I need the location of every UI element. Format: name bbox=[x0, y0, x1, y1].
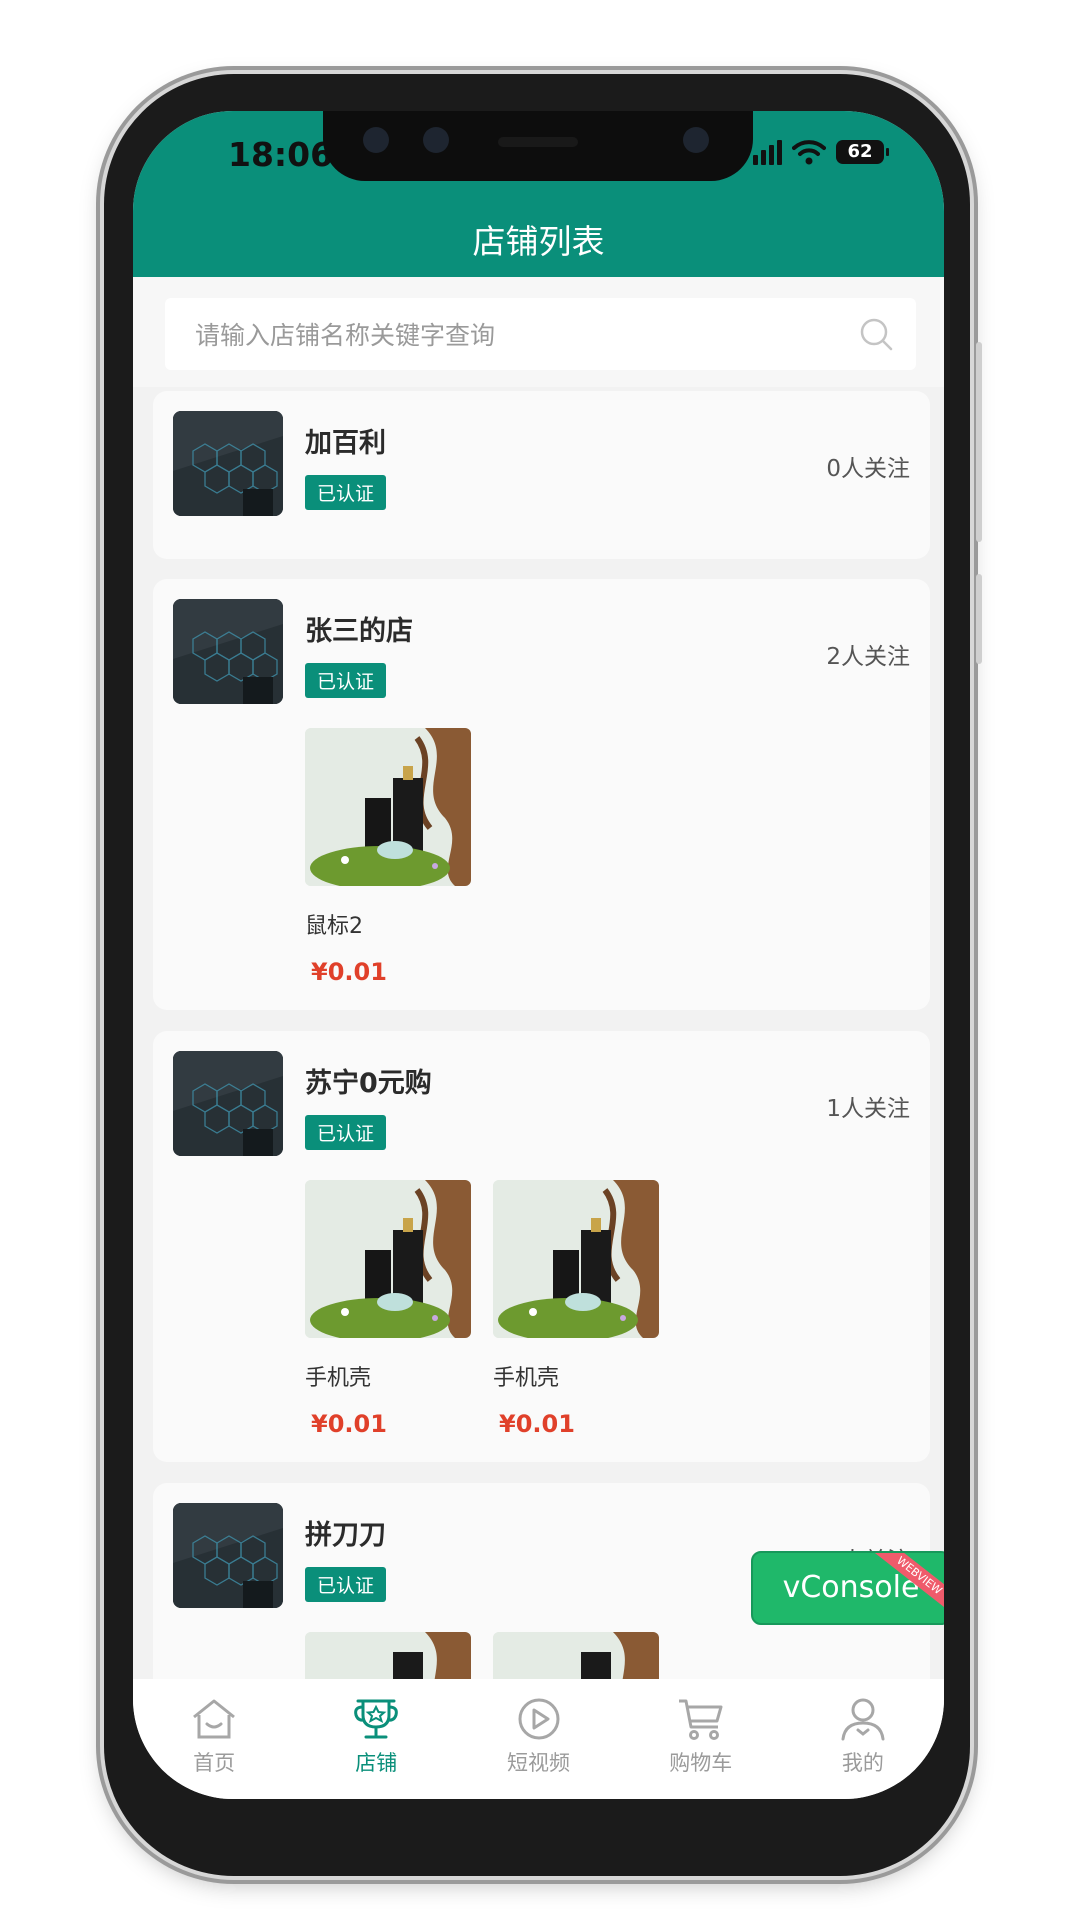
home-icon bbox=[193, 1699, 236, 1739]
shop-name: 张三的店 bbox=[305, 616, 413, 647]
signal-icon bbox=[753, 139, 782, 165]
status-icons: 62 bbox=[753, 139, 889, 165]
tab-shop[interactable]: 店铺 bbox=[295, 1679, 457, 1799]
shop-card[interactable]: 张三的店 已认证 2人关注 鼠标2 ¥0.01 bbox=[153, 579, 930, 1010]
shop-logo bbox=[173, 599, 283, 704]
shop-name: 拼刀刀 bbox=[305, 1520, 386, 1551]
camera-icon bbox=[363, 127, 389, 153]
play-icon bbox=[518, 1698, 559, 1740]
product-item[interactable]: 手机壳 ¥0.01 bbox=[305, 1180, 471, 1438]
product-item[interactable]: 鼠标2 ¥0.01 bbox=[305, 728, 471, 986]
product-price: ¥0.01 bbox=[311, 1410, 387, 1438]
bottom-tab-bar: 首页 店铺 短视频 购物车 我的 bbox=[133, 1679, 944, 1799]
phone-side-button bbox=[976, 574, 982, 664]
shop-name: 苏宁0元购 bbox=[305, 1068, 432, 1099]
vconsole-label: vConsole bbox=[782, 1570, 920, 1605]
product-image bbox=[493, 1180, 659, 1338]
sensor-icon bbox=[423, 127, 449, 153]
shop-trophy-icon bbox=[354, 1699, 399, 1739]
shop-name: 加百利 bbox=[305, 428, 386, 459]
tab-cart[interactable]: 购物车 bbox=[620, 1679, 782, 1799]
product-name: 手机壳 bbox=[305, 1366, 372, 1391]
header-bar: 18:06 62 店铺列表 bbox=[133, 111, 944, 277]
product-item[interactable]: 手机壳 ¥0.01 bbox=[493, 1180, 659, 1438]
shop-card[interactable]: 加百利 已认证 0人关注 bbox=[153, 391, 930, 559]
tab-short-video[interactable]: 短视频 bbox=[457, 1679, 619, 1799]
search-bar[interactable] bbox=[165, 298, 916, 372]
app-screen: 18:06 62 店铺列表 请输入店铺名称关键字查询 加百利 已认证 0人关注 … bbox=[133, 111, 944, 1799]
user-icon bbox=[841, 1698, 885, 1741]
follow-count: 1人关注 bbox=[826, 1096, 910, 1122]
shop-logo bbox=[173, 411, 283, 516]
battery-icon: 62 bbox=[836, 140, 889, 164]
product-price: ¥0.01 bbox=[499, 1410, 575, 1438]
tab-label: 店铺 bbox=[355, 1751, 398, 1775]
search-input[interactable] bbox=[193, 298, 837, 372]
verified-badge: 已认证 bbox=[305, 1115, 387, 1150]
tab-profile[interactable]: 我的 bbox=[782, 1679, 944, 1799]
product-price: ¥0.01 bbox=[311, 958, 387, 986]
speaker-grille bbox=[498, 137, 578, 147]
product-image bbox=[305, 1180, 471, 1338]
vconsole-button[interactable]: vConsole WEBVIEW bbox=[751, 1551, 944, 1625]
product-name: 手机壳 bbox=[493, 1366, 560, 1391]
sensor-icon bbox=[683, 127, 709, 153]
phone-side-button bbox=[976, 342, 982, 542]
search-icon[interactable] bbox=[858, 316, 894, 352]
tab-label: 短视频 bbox=[507, 1751, 570, 1775]
tab-label: 购物车 bbox=[669, 1751, 733, 1775]
product-name: 鼠标2 bbox=[305, 914, 363, 939]
follow-count: 0人关注 bbox=[826, 456, 910, 482]
shop-card[interactable]: 苏宁0元购 已认证 1人关注 手机壳 ¥0.01 手机壳 ¥0.01 bbox=[153, 1031, 930, 1462]
product-image bbox=[305, 728, 471, 886]
follow-count: 2人关注 bbox=[826, 644, 910, 670]
phone-notch bbox=[323, 111, 753, 181]
tab-home[interactable]: 首页 bbox=[133, 1679, 295, 1799]
status-time: 18:06 bbox=[228, 135, 334, 174]
shop-logo bbox=[173, 1503, 283, 1608]
verified-badge: 已认证 bbox=[305, 475, 387, 510]
wifi-icon bbox=[792, 140, 826, 165]
shop-logo bbox=[173, 1051, 283, 1156]
tab-label: 首页 bbox=[193, 1751, 236, 1775]
page-title: 店铺列表 bbox=[472, 222, 605, 261]
verified-badge: 已认证 bbox=[305, 663, 387, 698]
cart-icon bbox=[678, 1699, 723, 1740]
tab-label: 我的 bbox=[841, 1751, 884, 1775]
verified-badge: 已认证 bbox=[305, 1567, 387, 1602]
